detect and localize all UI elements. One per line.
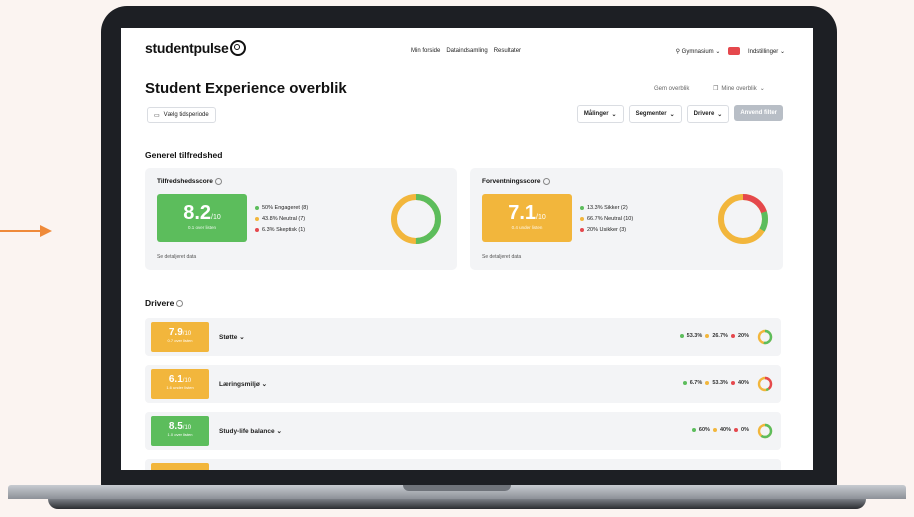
save-overview-link[interactable]: Gem overblik: [654, 86, 689, 92]
chevron-down-icon[interactable]: ⌄: [276, 428, 281, 435]
app-screen: studentpulse Min forside Dataindsamling …: [121, 28, 813, 470]
filter-drivers[interactable]: Drivere ⌄: [686, 105, 730, 123]
nav-item-results[interactable]: Resultater: [494, 48, 521, 54]
legend-item: 43.8% Neutral (7): [255, 214, 308, 225]
expectation-score-box: 7.1/10 0.4 under listen: [482, 194, 572, 242]
laptop-base: [8, 485, 906, 515]
expectation-card: Forventningsscore 7.1/10 0.4 under liste…: [470, 168, 783, 270]
driver-row[interactable]: 6.1/10 1.6 under listen Læringsmiljø ⌄ 6…: [145, 365, 781, 403]
arrow-right-icon: [0, 225, 52, 237]
info-icon[interactable]: [176, 300, 184, 308]
driver-stats: 6.7% 53.3% 40%: [682, 380, 749, 386]
driver-stats: 60% 40% 0%: [691, 427, 749, 433]
driver-row[interactable]: [145, 459, 781, 470]
legend-item: 66.7% Neutral (10): [580, 214, 633, 225]
language-badge[interactable]: [728, 47, 740, 55]
general-satisfaction-title: Generel tilfredshed: [145, 150, 223, 160]
apply-filter-button[interactable]: Anvend filter: [734, 105, 783, 121]
org-selector[interactable]: ⚲ Gymnasium ⌄: [676, 48, 721, 55]
satisfaction-legend: 50% Engageret (8) 43.8% Neutral (7) 6.3%…: [255, 203, 308, 236]
legend-item: 6.3% Skeptisk (1): [255, 225, 308, 236]
logo-mark-icon: [229, 40, 246, 56]
copy-icon: ❐: [713, 86, 719, 92]
detail-data-link[interactable]: Se detaljeret data: [482, 254, 521, 260]
drivers-section-title: Drivere: [145, 298, 184, 308]
filter-measurements[interactable]: Målinger ⌄: [576, 105, 624, 123]
filter-bar: Målinger ⌄ Segmenter ⌄ Drivere ⌄ Anvend …: [576, 105, 783, 123]
legend-item: 13.3% Sikker (2): [580, 203, 633, 214]
expectation-legend: 13.3% Sikker (2) 66.7% Neutral (10) 20% …: [580, 203, 633, 236]
legend-item: 50% Engageret (8): [255, 203, 308, 214]
driver-score-box: [151, 463, 209, 470]
driver-score-box: 7.9/10 0.7 over listen: [151, 322, 209, 352]
app-logo[interactable]: studentpulse: [145, 40, 246, 56]
driver-name: Study-life balance ⌄: [219, 428, 282, 435]
chevron-down-icon[interactable]: ⌄: [239, 334, 244, 341]
filter-segments[interactable]: Segmenter ⌄: [628, 105, 682, 123]
driver-mini-donut: [757, 423, 773, 439]
calendar-icon: ▭: [154, 112, 160, 119]
driver-row[interactable]: 8.5/10 1.0 over listen Study-life balanc…: [145, 412, 781, 450]
detail-data-link[interactable]: Se detaljeret data: [157, 254, 196, 260]
satisfaction-donut-chart: [391, 194, 441, 244]
driver-mini-donut: [757, 329, 773, 345]
chevron-down-icon[interactable]: ⌄: [262, 381, 267, 388]
info-icon[interactable]: [214, 178, 222, 185]
my-overview-dropdown[interactable]: ❐ Mine overblik ⌄: [713, 85, 765, 93]
driver-row[interactable]: 7.9/10 0.7 over listen Støtte ⌄ 53.3% 26…: [145, 318, 781, 356]
satisfaction-card-title: Tilfredshedsscore: [157, 178, 222, 185]
driver-mini-donut: [757, 376, 773, 392]
main-nav: Min forside Dataindsamling Resultater: [411, 48, 521, 54]
satisfaction-card: Tilfredshedsscore 8.2/10 0.1 over listen…: [145, 168, 457, 270]
driver-stats: 53.3% 26.7% 20%: [679, 333, 749, 339]
settings-menu[interactable]: Indstillinger ⌄: [748, 48, 785, 55]
nav-item-data-collection[interactable]: Dataindsamling: [446, 48, 487, 54]
expectation-card-title: Forventningsscore: [482, 178, 550, 185]
period-button[interactable]: ▭ Vælg tidsperiode: [147, 107, 216, 123]
expectation-donut-chart: [718, 194, 768, 244]
page-title: Student Experience overblik: [145, 80, 347, 97]
user-nav: ⚲ Gymnasium ⌄ Indstillinger ⌄: [676, 47, 785, 55]
info-icon[interactable]: [542, 178, 550, 185]
satisfaction-score-box: 8.2/10 0.1 over listen: [157, 194, 247, 242]
nav-item-home[interactable]: Min forside: [411, 48, 440, 54]
driver-score-box: 8.5/10 1.0 over listen: [151, 416, 209, 446]
driver-score-box: 6.1/10 1.6 under listen: [151, 369, 209, 399]
driver-name: Læringsmiljø ⌄: [219, 381, 268, 388]
driver-name: Støtte ⌄: [219, 334, 245, 341]
legend-item: 20% Usikker (3): [580, 225, 633, 236]
